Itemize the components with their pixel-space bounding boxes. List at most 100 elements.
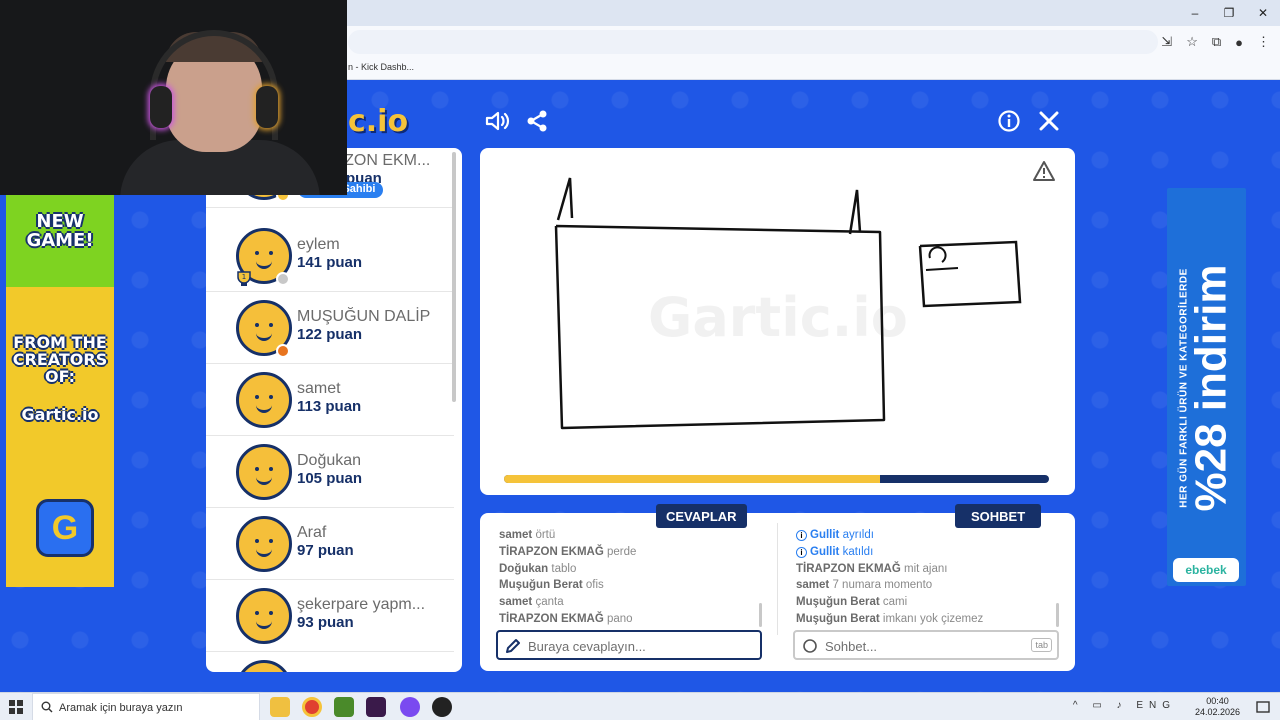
drawing-canvas[interactable]: Gartic.io: [480, 148, 1075, 495]
search-icon: [41, 701, 53, 713]
extensions-icon[interactable]: ⧉: [1212, 34, 1221, 50]
player-score: 141 puan: [297, 254, 363, 271]
avatar: [236, 444, 292, 500]
pencil-icon: [506, 639, 520, 653]
bookmark-item[interactable]: n - Kick Dashb...: [348, 62, 414, 72]
chat-bubble-icon: [803, 639, 817, 653]
list-item: samet çanta: [499, 596, 564, 609]
windows-start-icon[interactable]: [9, 700, 23, 714]
avatar: [236, 372, 292, 428]
player-list[interactable]: TİRAPZON EKM... puan Oda Sahibi eylem 14…: [206, 148, 462, 672]
player-name: eylem: [297, 236, 340, 253]
answer-input-box[interactable]: [496, 630, 762, 660]
toolbar-icons: ⇲ ☆ ⧉ ● ⋮: [1161, 30, 1270, 54]
headset-right-cup: [256, 86, 278, 128]
headset-left-cup: [150, 86, 172, 128]
chat-tab[interactable]: SOHBET: [955, 504, 1042, 528]
chat-list: i Gullit ayrıldı i Gullit katıldı TİRAPZON…: [796, 527, 1066, 628]
player-name: şekerpare yapm...: [297, 596, 426, 613]
info-icon: i: [796, 546, 807, 558]
answers-scrollbar[interactable]: [759, 603, 762, 627]
report-warning-icon[interactable]: [1032, 160, 1056, 182]
gartic-logo: c.io: [348, 104, 409, 139]
list-item: samet 7 numara momento: [796, 579, 933, 592]
window-controls: – ❐ ✕: [1178, 0, 1280, 26]
share-icon[interactable]: [522, 106, 552, 136]
ad-brand: Gartic.io: [21, 405, 99, 424]
list-item: Muşuğun Berat ofis: [499, 579, 604, 592]
panel-divider: [777, 523, 778, 635]
list-item: samet örtü: [499, 529, 556, 541]
avatar: [236, 516, 292, 572]
clock-date: 24.02.2026: [1194, 707, 1240, 717]
player-card[interactable]: [206, 652, 454, 672]
drawing-strokes: [554, 177, 1022, 430]
star-icon[interactable]: ☆: [1186, 34, 1198, 50]
restore-button[interactable]: ❐: [1212, 0, 1246, 26]
answer-input[interactable]: [528, 636, 728, 656]
app-icon[interactable]: [334, 697, 354, 717]
player-name: MUŞUĞUN DALİP: [297, 308, 431, 325]
ad-app-icon: G: [36, 499, 94, 557]
minimize-button[interactable]: –: [1178, 0, 1212, 26]
answers-tab[interactable]: CEVAPLAR: [656, 504, 747, 528]
clock-time: 00:40: [1206, 696, 1229, 706]
info-icon: i: [796, 530, 807, 541]
chat-input[interactable]: [825, 636, 1025, 656]
player-card[interactable]: Doğukan 105 puan: [206, 436, 454, 508]
taskbar-search[interactable]: Aramak için buraya yazın: [32, 693, 260, 720]
sound-icon[interactable]: [482, 106, 512, 136]
chat-input-box[interactable]: tab: [793, 630, 1059, 660]
profile-icon[interactable]: ●: [1235, 35, 1243, 50]
close-window-button[interactable]: ✕: [1246, 0, 1280, 26]
taskbar-clock[interactable]: 00:40 24.02.2026: [1195, 696, 1240, 718]
svg-text:1: 1: [242, 273, 246, 281]
ad-vertical-text: HER GÜN FARKLI ÜRÜN VE KATEGORİLERDE %28…: [1179, 264, 1236, 512]
notification-icon[interactable]: [1256, 700, 1270, 714]
close-icon[interactable]: [1034, 106, 1064, 136]
avatar: [236, 588, 292, 644]
app-icon[interactable]: [400, 697, 420, 717]
round-timer-bar: [504, 475, 1049, 483]
system-tray-icons[interactable]: ^ ▭ ♪ ENG: [1073, 700, 1176, 711]
status-dot: [276, 272, 290, 286]
player-name: Araf: [297, 524, 327, 541]
list-item: Doğukan tablo: [499, 562, 577, 575]
app-icon[interactable]: [432, 697, 452, 717]
avatar: [236, 660, 292, 672]
player-card[interactable]: şekerpare yapm... 93 puan: [206, 580, 454, 652]
answers-chat-panel: CEVAPLAR SOHBET samet örtü TİRAPZON EKMA…: [480, 504, 1075, 671]
ad-discount-text: %28 indirim: [1186, 264, 1236, 512]
left-ad-banner[interactable]: NEW GAME! FROM THE CREATORS OF: Gartic.i…: [6, 195, 114, 587]
address-bar[interactable]: [348, 30, 1158, 54]
trophy-icon: 1: [237, 271, 251, 286]
ad-brand-logo: ebebek: [1173, 558, 1239, 582]
list-item: Muşuğun Berat imkanı yok çizemez: [796, 612, 984, 625]
player-score: 105 puan: [297, 470, 363, 487]
player-card[interactable]: MUŞUĞUN DALİP 122 puan: [206, 292, 454, 364]
info-icon[interactable]: [994, 106, 1024, 136]
list-item: TİRAPZON EKMAĞ pano: [499, 612, 633, 625]
list-item: i Gullit ayrıldı: [796, 527, 1066, 544]
ad-from-text: FROM THE CREATORS OF:: [12, 333, 108, 386]
answers-list: samet örtü TİRAPZON EKMAĞ perde Doğukan …: [499, 527, 769, 628]
right-ad-banner[interactable]: HER GÜN FARKLI ÜRÜN VE KATEGORİLERDE %28…: [1167, 188, 1246, 586]
status-dot: [276, 344, 290, 358]
player-card[interactable]: Araf 97 puan: [206, 508, 454, 580]
player-card[interactable]: eylem 141 puan 1: [206, 220, 454, 292]
install-icon[interactable]: ⇲: [1161, 34, 1172, 50]
chat-scrollbar[interactable]: [1056, 603, 1059, 627]
taskbar-search-placeholder: Aramak için buraya yazın: [59, 702, 183, 714]
taskbar: Aramak için buraya yazın ^ ▭ ♪ ENG 00:40…: [0, 692, 1280, 720]
chrome-icon[interactable]: [302, 697, 322, 717]
app-icon[interactable]: [366, 697, 386, 717]
file-explorer-icon[interactable]: [270, 697, 290, 717]
player-name: Doğukan: [297, 452, 362, 469]
player-score: 122 puan: [297, 326, 363, 343]
menu-icon[interactable]: ⋮: [1257, 34, 1270, 50]
player-card[interactable]: samet 113 puan: [206, 364, 454, 436]
player-list-scrollbar[interactable]: [452, 152, 456, 402]
list-item: Muşuğun Berat cami: [796, 596, 908, 609]
player-score: 97 puan: [297, 542, 354, 559]
list-item: i Gullit katıldı: [796, 544, 1066, 561]
